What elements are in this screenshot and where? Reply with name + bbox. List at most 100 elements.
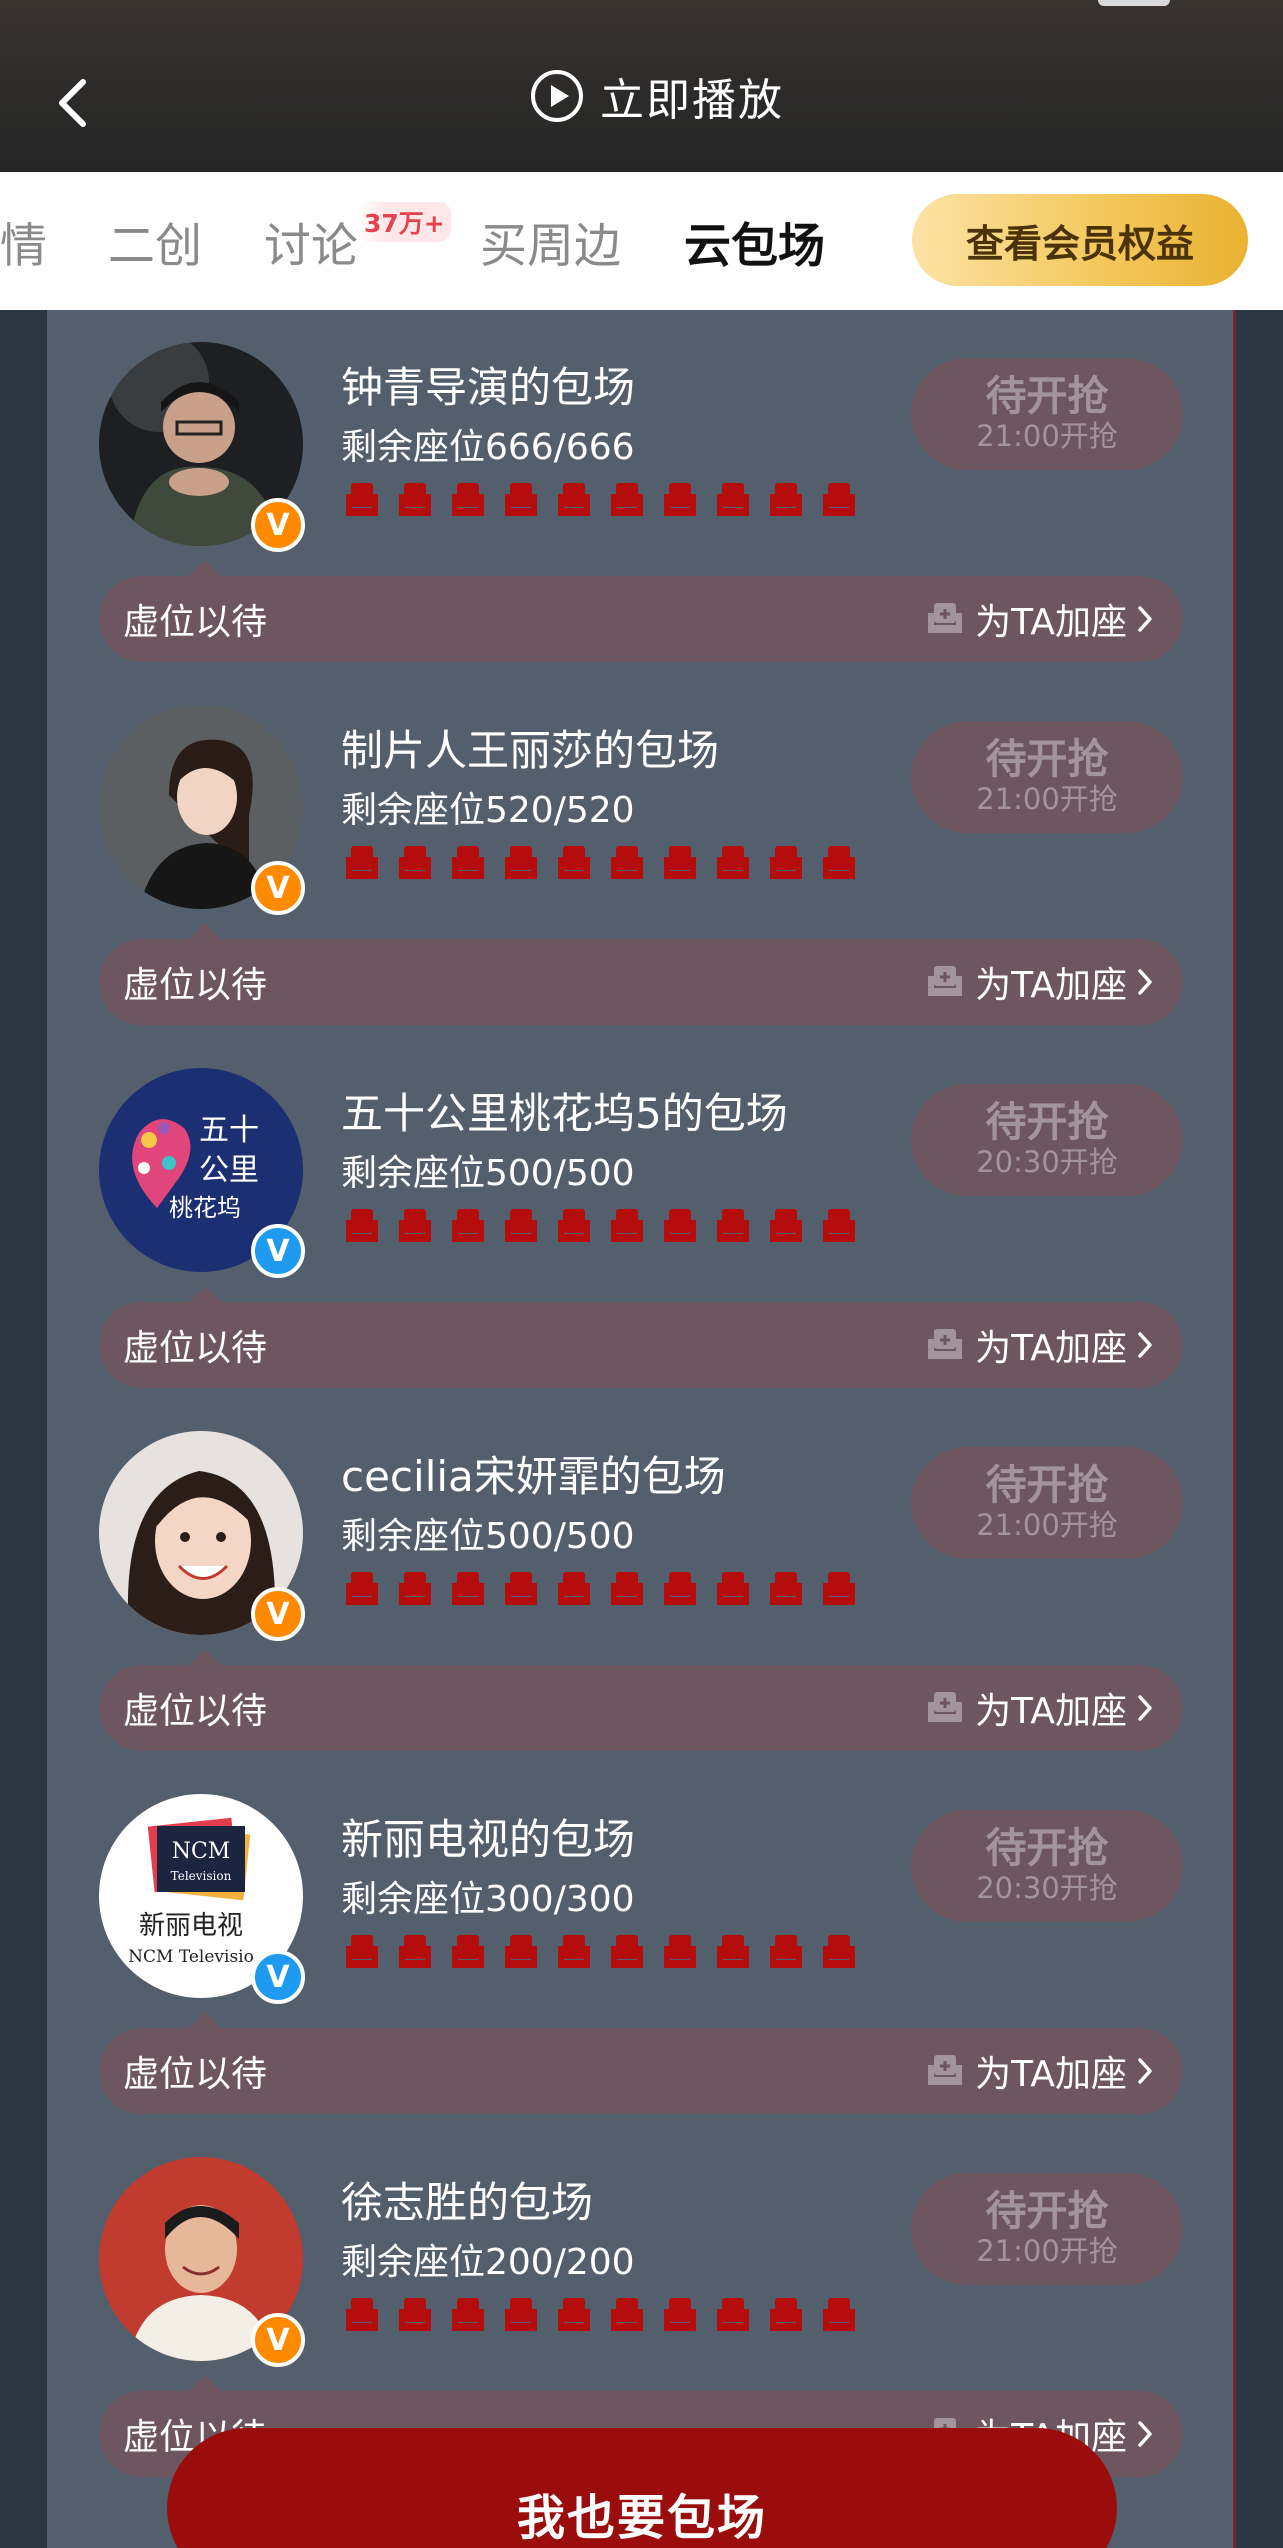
grab-status: 待开抢 xyxy=(985,1461,1109,1510)
seat-icon xyxy=(553,843,595,883)
chevron-left-icon xyxy=(59,79,86,127)
grab-ticket-button[interactable]: 待开抢 21:00开抢 xyxy=(911,721,1183,833)
svg-text:新丽电视: 新丽电视 xyxy=(139,1911,243,1941)
svg-text:NCM Televisio: NCM Televisio xyxy=(128,1947,254,1967)
add-seat-button[interactable]: 为TA加座 xyxy=(925,2028,1153,2114)
seat-row xyxy=(341,1932,860,1972)
remaining-seats: 剩余座位500/500 xyxy=(341,1153,635,1194)
tab-discussion[interactable]: 讨论 xyxy=(264,172,358,310)
seat-icon xyxy=(765,1569,807,1609)
seat-icon xyxy=(606,1569,648,1609)
tab-bar: 情 二创 讨论 37万+ 买周边 云包场 查看会员权益 xyxy=(0,172,1283,310)
chevron-right-icon xyxy=(1138,969,1152,995)
screening-card: V 制片人王丽莎的包场 剩余座位520/520 待开抢 21:00开抢 虚位以待… xyxy=(47,673,1236,1036)
seat-icon xyxy=(659,1932,701,1972)
seat-add-icon xyxy=(928,603,963,633)
add-seat-label: 为TA加座 xyxy=(975,2054,1127,2095)
play-now-button[interactable]: 立即播放 xyxy=(530,66,784,126)
waiting-label: 虚位以待 xyxy=(123,965,268,1006)
seat-icon xyxy=(712,1569,754,1609)
grab-ticket-button[interactable]: 待开抢 21:00开抢 xyxy=(911,358,1183,470)
grab-status: 待开抢 xyxy=(985,372,1109,421)
back-button[interactable] xyxy=(50,75,94,131)
grab-ticket-button[interactable]: 待开抢 21:00开抢 xyxy=(911,1447,1183,1559)
tab-merchandise[interactable]: 买周边 xyxy=(480,172,621,310)
seat-icon xyxy=(394,1932,436,1972)
screening-title: 制片人王丽莎的包场 xyxy=(341,726,720,775)
seat-icon xyxy=(341,1206,383,1246)
verified-badge-icon: V xyxy=(251,1224,305,1278)
screening-card: V 钟青导演的包场 剩余座位666/666 待开抢 21:00开抢 虚位以待 为… xyxy=(47,310,1236,673)
seat-icon xyxy=(394,480,436,520)
add-seat-label: 为TA加座 xyxy=(975,1328,1127,1369)
seat-icon xyxy=(341,1569,383,1609)
grab-ticket-button[interactable]: 待开抢 20:30开抢 xyxy=(911,1084,1183,1196)
seat-icon xyxy=(712,1206,754,1246)
seat-icon xyxy=(712,1932,754,1972)
seat-icon xyxy=(659,1569,701,1609)
seat-icon xyxy=(553,1206,595,1246)
waiting-bar: 虚位以待 为TA加座 xyxy=(99,2028,1183,2114)
tab-details[interactable]: 情 xyxy=(0,172,47,310)
seat-icon xyxy=(447,843,489,883)
seat-icon xyxy=(500,2295,542,2335)
add-seat-label: 为TA加座 xyxy=(975,965,1127,1006)
seat-icon xyxy=(447,2295,489,2335)
seat-icon xyxy=(553,1569,595,1609)
seat-icon xyxy=(341,843,383,883)
grab-ticket-button[interactable]: 待开抢 21:00开抢 xyxy=(911,2173,1183,2285)
grab-time: 20:30开抢 xyxy=(976,1871,1118,1906)
seat-icon xyxy=(447,1206,489,1246)
seat-row xyxy=(341,843,860,883)
svg-text:桃花坞: 桃花坞 xyxy=(169,1194,241,1222)
screening-card: V cecilia宋妍霏的包场 剩余座位500/500 待开抢 21:00开抢 … xyxy=(47,1399,1236,1762)
grab-time: 21:00开抢 xyxy=(976,2234,1118,2269)
tab-fan-creations[interactable]: 二创 xyxy=(108,172,202,310)
screening-title: 新丽电视的包场 xyxy=(341,1815,636,1864)
waiting-label: 虚位以待 xyxy=(123,1328,268,1369)
seat-icon xyxy=(447,1932,489,1972)
seat-row xyxy=(341,1206,860,1246)
seat-icon xyxy=(553,1932,595,1972)
view-vip-benefits-button[interactable]: 查看会员权益 xyxy=(912,194,1248,286)
seat-icon xyxy=(712,2295,754,2335)
waiting-label: 虚位以待 xyxy=(123,1691,268,1732)
waiting-bar: 虚位以待 为TA加座 xyxy=(99,1302,1183,1388)
seat-icon xyxy=(712,843,754,883)
add-seat-button[interactable]: 为TA加座 xyxy=(925,1302,1153,1388)
seat-icon xyxy=(394,1569,436,1609)
screening-card: 五十 公里 桃花坞 V 五十公里桃花坞5的包场 剩余座位500/500 待开抢 20… xyxy=(47,1036,1236,1399)
create-screening-button[interactable]: 我也要包场 xyxy=(167,2428,1117,2548)
remaining-seats: 剩余座位666/666 xyxy=(341,427,635,468)
add-seat-button[interactable]: 为TA加座 xyxy=(925,939,1153,1025)
screening-title: 五十公里桃花坞5的包场 xyxy=(341,1089,788,1138)
tab-cloud-screening[interactable]: 云包场 xyxy=(684,172,825,310)
screening-list-area: V 钟青导演的包场 剩余座位666/666 待开抢 21:00开抢 虚位以待 为… xyxy=(0,310,1283,2548)
screening-title: 钟青导演的包场 xyxy=(341,363,636,412)
pointer-arrow xyxy=(189,1286,221,1302)
screening-list-panel[interactable]: V 钟青导演的包场 剩余座位666/666 待开抢 21:00开抢 虚位以待 为… xyxy=(47,310,1236,2548)
pointer-arrow xyxy=(189,1649,221,1665)
seat-icon xyxy=(765,1206,807,1246)
grab-ticket-button[interactable]: 待开抢 20:30开抢 xyxy=(911,1810,1183,1922)
seat-icon xyxy=(553,480,595,520)
screening-title: 徐志胜的包场 xyxy=(341,2178,594,2227)
seat-add-icon xyxy=(928,1692,963,1722)
seat-icon xyxy=(394,1206,436,1246)
remaining-seats: 剩余座位300/300 xyxy=(341,1879,635,1920)
seat-icon xyxy=(394,2295,436,2335)
pointer-arrow xyxy=(189,923,221,939)
add-seat-button[interactable]: 为TA加座 xyxy=(925,1665,1153,1751)
screening-card: NCM Television 新丽电视 NCM Televisio V 新丽电视的包场… xyxy=(47,1762,1236,2125)
add-seat-label: 为TA加座 xyxy=(975,602,1127,643)
svg-text:Television: Television xyxy=(171,1869,232,1883)
seat-icon xyxy=(447,1569,489,1609)
chevron-right-icon xyxy=(1138,606,1152,632)
top-bar: 立即播放 xyxy=(0,0,1283,172)
remaining-seats: 剩余座位200/200 xyxy=(341,2242,635,2283)
seat-icon xyxy=(606,1206,648,1246)
add-seat-button[interactable]: 为TA加座 xyxy=(925,576,1153,662)
seat-icon xyxy=(394,843,436,883)
chevron-right-icon xyxy=(1138,2058,1152,2084)
seat-icon xyxy=(818,2295,860,2335)
